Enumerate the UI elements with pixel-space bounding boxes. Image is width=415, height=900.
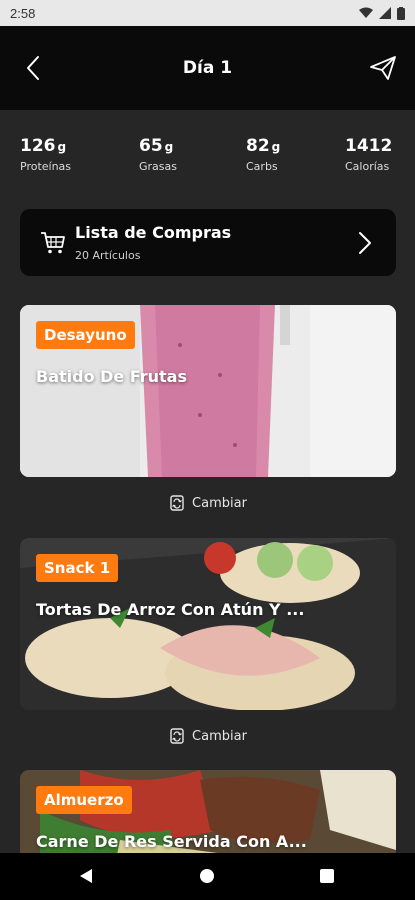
meal-card-snack[interactable]: Snack 1 Tortas De Arroz Con Atún Y ... <box>20 538 396 710</box>
shopping-list-title: Lista de Compras <box>75 223 232 242</box>
battery-icon <box>397 6 405 20</box>
macro-label: Carbs <box>246 160 278 173</box>
swap-label: Cambiar <box>192 495 247 511</box>
macro-fats: 65 g Grasas <box>139 136 177 173</box>
meal-name: Carne De Res Servida Con A... <box>36 832 307 851</box>
macro-label: Proteínas <box>20 160 72 173</box>
shopping-list-count: 20 Artículos <box>75 249 141 262</box>
macro-value: 65 <box>139 136 163 156</box>
app-header: Día 1 <box>0 26 415 110</box>
nav-recent-apps-icon[interactable] <box>320 869 334 883</box>
macro-label: Calorías <box>345 160 390 173</box>
macro-unit: g <box>57 140 67 154</box>
swap-meal-button[interactable]: Cambiar <box>0 727 415 745</box>
nav-back-icon[interactable] <box>78 868 94 884</box>
macro-value: 1412 <box>345 136 393 156</box>
meal-type-badge: Snack 1 <box>36 554 119 582</box>
macro-proteins: 126 g Proteínas <box>20 136 71 173</box>
chevron-right-icon <box>359 232 371 254</box>
wifi-icon <box>359 7 373 18</box>
macro-calories: 1412 Calorías <box>345 136 394 173</box>
shopping-list-card[interactable]: Lista de Compras 20 Artículos <box>20 209 396 276</box>
back-arrow-icon[interactable] <box>22 54 46 82</box>
status-bar: 2:58 <box>0 0 415 26</box>
meal-card-breakfast[interactable]: Desayuno Batido De Frutas <box>20 305 396 477</box>
macro-unit: g <box>271 140 281 154</box>
macro-value: 126 <box>20 136 56 156</box>
meal-type-badge: Almuerzo <box>36 786 132 814</box>
swap-label: Cambiar <box>192 728 247 744</box>
macro-carbs: 82 g Carbs <box>246 136 280 173</box>
status-time: 2:58 <box>10 5 36 21</box>
nav-home-icon[interactable] <box>200 869 214 883</box>
meal-name: Batido De Frutas <box>36 367 187 386</box>
send-icon[interactable] <box>369 54 397 82</box>
macro-value: 82 <box>246 136 270 156</box>
system-nav-bar <box>0 853 415 900</box>
meal-type-badge: Desayuno <box>36 321 135 349</box>
macro-unit: g <box>164 140 174 154</box>
swap-meal-button[interactable]: Cambiar <box>0 494 415 512</box>
cart-icon <box>41 232 65 254</box>
swap-icon <box>170 728 184 744</box>
swap-icon <box>170 495 184 511</box>
macros-summary: 126 g Proteínas 65 g Grasas 82 g Carbs 1412… <box>0 110 415 190</box>
signal-icon <box>379 7 391 19</box>
macro-label: Grasas <box>139 160 177 173</box>
meal-name: Tortas De Arroz Con Atún Y ... <box>36 600 305 619</box>
page-title: Día 1 <box>182 58 233 78</box>
